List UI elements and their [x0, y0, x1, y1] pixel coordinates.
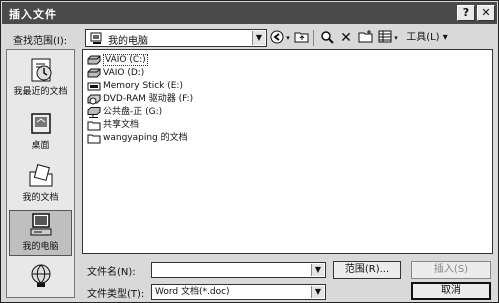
- list-item[interactable]: DVD-RAM 驱动器 (F:): [87, 93, 193, 105]
- tools-menu[interactable]: 工具(L) ▾: [402, 30, 452, 46]
- place-my-computer[interactable]: 我的电脑: [9, 210, 72, 256]
- list-item[interactable]: VAIO (D:): [87, 67, 144, 79]
- recent-documents-icon: [31, 58, 51, 82]
- file-list[interactable]: VAIO (C:) VAIO (D:) Memory Stick (E:) DV…: [82, 49, 493, 254]
- list-item[interactable]: 公共盘-正 (G:): [87, 106, 162, 118]
- list-item[interactable]: Memory Stick (E:): [87, 80, 183, 92]
- views-dropdown-icon[interactable]: ▾: [392, 30, 400, 46]
- place-recent-documents[interactable]: 我最近的文档: [9, 56, 72, 102]
- place-my-documents[interactable]: 我的文档: [9, 162, 72, 206]
- chevron-down-icon[interactable]: ▼: [311, 286, 324, 298]
- list-item[interactable]: 共享文档: [87, 119, 139, 131]
- views-icon[interactable]: [377, 30, 393, 46]
- my-computer-icon: [30, 213, 51, 236]
- insert-button[interactable]: 插入(S): [411, 261, 491, 279]
- file-name-input[interactable]: ▼: [151, 262, 326, 278]
- look-in-label: 查找范围(I):: [13, 36, 68, 47]
- hard-drive-icon: [87, 68, 101, 78]
- place-network[interactable]: [9, 262, 72, 294]
- place-label: 我的电脑: [22, 242, 59, 252]
- toolbar-separator: [313, 30, 315, 46]
- place-label: 我最近的文档: [13, 87, 68, 97]
- delete-icon[interactable]: ✕: [339, 30, 353, 46]
- dvd-drive-icon: [87, 94, 101, 104]
- place-label: 桌面: [31, 141, 50, 151]
- folder-icon: [87, 134, 101, 143]
- file-type-select[interactable]: Word 文档(*.doc) ▼: [151, 284, 326, 300]
- range-button[interactable]: 范围(R)...: [333, 261, 401, 279]
- list-item[interactable]: wangyaping 的文档: [87, 132, 188, 144]
- place-label: 我的文档: [22, 193, 59, 203]
- network-drive-icon: [87, 106, 101, 118]
- title-bar: 插入文件 ? ✕: [2, 2, 497, 24]
- look-in-value: 我的电脑: [108, 36, 148, 47]
- dialog-title: 插入文件: [9, 8, 57, 21]
- desktop-icon: [30, 113, 51, 134]
- place-desktop[interactable]: 桌面: [9, 110, 72, 154]
- network-places-icon: [31, 264, 50, 287]
- file-type-label: 文件类型(T):: [87, 289, 145, 300]
- file-name-label: 文件名(N):: [87, 267, 136, 278]
- insert-file-dialog: 插入文件 ? ✕ 查找范围(I): 我的电脑 ▼ ▾ ✕ ▾ 工具(L) ▾ 我…: [0, 0, 499, 303]
- help-button[interactable]: ?: [457, 5, 475, 21]
- folder-icon: [87, 121, 101, 130]
- tools-menu-label: 工具(L): [406, 32, 440, 43]
- hard-drive-icon: [87, 55, 101, 65]
- chevron-down-icon[interactable]: ▼: [311, 264, 324, 276]
- my-documents-icon: [29, 164, 52, 187]
- file-type-value: Word 文档(*.doc): [155, 287, 230, 297]
- chevron-down-icon[interactable]: ▼: [252, 31, 265, 45]
- search-web-icon[interactable]: [319, 30, 335, 46]
- cancel-button[interactable]: 取消: [411, 282, 491, 300]
- new-folder-icon[interactable]: [357, 30, 373, 46]
- list-item[interactable]: VAIO (C:): [87, 54, 148, 66]
- look-in-dropdown[interactable]: 我的电脑 ▼: [85, 29, 267, 47]
- computer-icon: [90, 32, 102, 44]
- places-bar: 我最近的文档 桌面 我的文档 我的电脑: [6, 49, 75, 298]
- back-dropdown-icon[interactable]: ▾: [284, 30, 292, 46]
- back-icon[interactable]: [269, 30, 285, 46]
- memory-stick-icon: [87, 82, 101, 91]
- close-button[interactable]: ✕: [477, 5, 495, 21]
- up-folder-icon[interactable]: [293, 30, 309, 46]
